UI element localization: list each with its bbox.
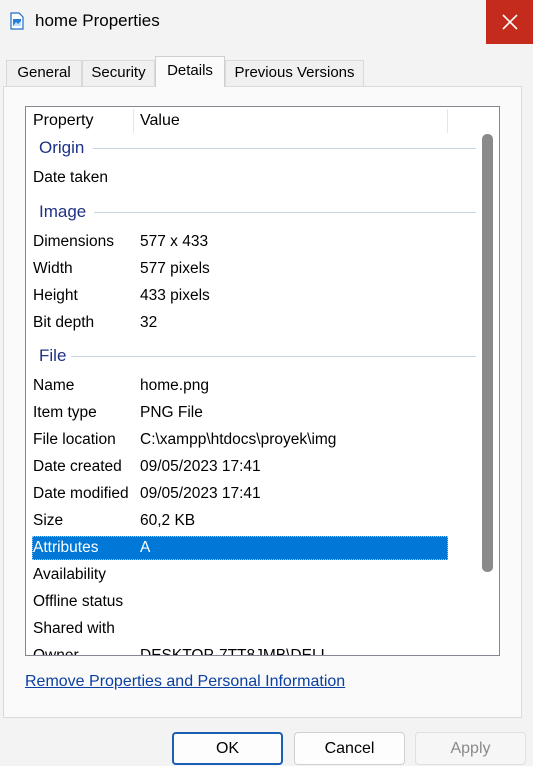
property-value: 09/05/2023 17:41 [140, 458, 261, 475]
list-item[interactable]: Bit depth 32 [26, 310, 486, 337]
property-value: home.png [140, 377, 209, 394]
tab-previous-versions[interactable]: Previous Versions [225, 60, 364, 86]
property-name: Bit depth [33, 314, 95, 331]
list-item[interactable]: Dimensions 577 x 433 [26, 229, 486, 256]
property-value: C:\xampp\htdocs\proyek\img [140, 431, 337, 448]
property-name: Date modified [33, 485, 129, 502]
remove-properties-link[interactable]: Remove Properties and Personal Informati… [25, 673, 345, 691]
column-divider[interactable] [447, 109, 448, 133]
tab-security[interactable]: Security [82, 60, 155, 86]
property-value: 60,2 KB [140, 512, 196, 529]
list-item[interactable]: Name home.png [26, 373, 486, 400]
image-file-icon [10, 12, 24, 30]
group-label: Image [39, 202, 87, 221]
list-item[interactable]: Date modified 09/05/2023 17:41 [26, 481, 486, 508]
property-value: 32 [140, 314, 158, 331]
property-value: PNG File [140, 404, 203, 421]
close-button[interactable] [486, 0, 533, 44]
scrollbar-thumb[interactable] [482, 134, 493, 572]
list-header: Property Value [26, 107, 499, 135]
group-divider [94, 212, 476, 213]
property-name: Size [33, 512, 64, 529]
window-title: home Properties [35, 11, 160, 30]
property-name: Owner [33, 647, 79, 656]
property-value: DESKTOP-7TT8JMB\DELL [140, 647, 330, 656]
title-bar: home Properties [0, 0, 533, 44]
group-label: Origin [39, 138, 85, 157]
list-item-selected[interactable]: Attributes A [26, 535, 486, 562]
property-value: A [140, 539, 151, 556]
list-item[interactable]: Height 433 pixels [26, 283, 486, 310]
property-name: Availability [33, 566, 106, 583]
property-name: Dimensions [33, 233, 114, 250]
apply-button[interactable]: Apply [415, 732, 526, 765]
tab-general[interactable]: General [6, 60, 82, 86]
property-value: 433 pixels [140, 287, 210, 304]
list-item[interactable]: Shared with [26, 616, 486, 643]
property-value: 577 pixels [140, 260, 210, 277]
property-name: Date created [33, 458, 122, 475]
group-header-origin: Origin [26, 135, 486, 165]
list-item[interactable]: Item type PNG File [26, 400, 486, 427]
close-icon [502, 14, 518, 30]
details-listview[interactable]: Property Value Origin Date taken Image D… [25, 106, 500, 656]
tab-strip: General Security Details Previous Versio… [0, 56, 533, 87]
column-header-value[interactable]: Value [140, 107, 180, 135]
property-name: Offline status [33, 593, 124, 610]
property-name: Shared with [33, 620, 115, 637]
property-name: File location [33, 431, 116, 448]
list-item[interactable]: Owner DESKTOP-7TT8JMB\DELL [26, 643, 486, 656]
list-item[interactable]: Date created 09/05/2023 17:41 [26, 454, 486, 481]
property-value: 577 x 433 [140, 233, 209, 250]
tab-details[interactable]: Details [155, 56, 225, 87]
property-name: Date taken [33, 169, 108, 186]
list-item[interactable]: Availability [26, 562, 486, 589]
cancel-button[interactable]: Cancel [294, 732, 405, 765]
property-name: Item type [33, 404, 97, 421]
list-item[interactable]: File location C:\xampp\htdocs\proyek\img [26, 427, 486, 454]
property-name: Height [33, 287, 78, 304]
list-rows: Origin Date taken Image Dimensions 577 x … [26, 135, 486, 656]
ok-button[interactable]: OK [172, 732, 283, 765]
list-item[interactable]: Size 60,2 KB [26, 508, 486, 535]
group-header-image: Image [26, 199, 486, 229]
group-divider [93, 148, 476, 149]
property-name: Name [33, 377, 75, 394]
group-label: File [39, 346, 67, 365]
group-header-file: File [26, 343, 486, 373]
property-name: Attributes [33, 539, 99, 556]
property-value: 09/05/2023 17:41 [140, 485, 261, 502]
list-item[interactable]: Width 577 pixels [26, 256, 486, 283]
group-divider [71, 356, 476, 357]
list-item[interactable]: Date taken [26, 165, 486, 192]
column-divider[interactable] [133, 109, 134, 133]
column-header-property[interactable]: Property [33, 107, 93, 135]
list-item[interactable]: Offline status [26, 589, 486, 616]
property-name: Width [33, 260, 73, 277]
